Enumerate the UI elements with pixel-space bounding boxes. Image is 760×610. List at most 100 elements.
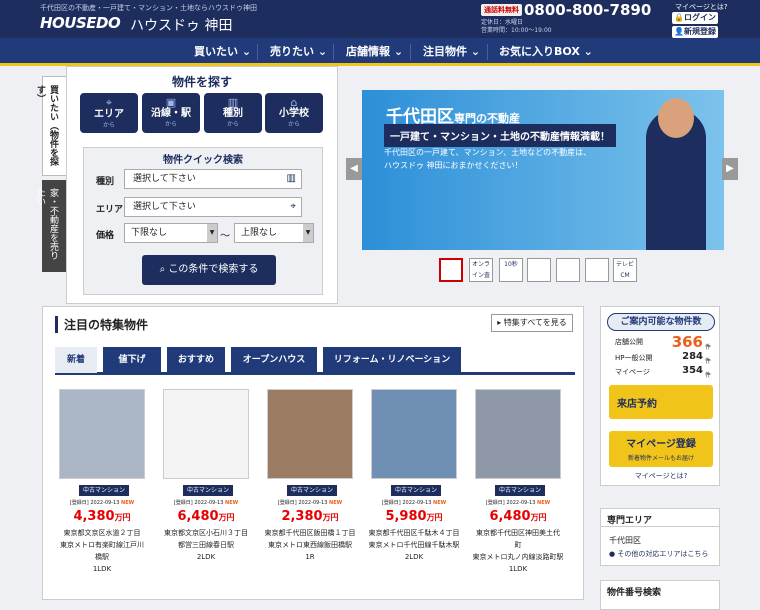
tab-reform[interactable]: リフォーム・リノベーション	[323, 347, 461, 373]
search-by-line-label: 沿線・駅	[151, 108, 191, 119]
hours-line-1: 定休日：水曜日	[481, 19, 524, 26]
property-card[interactable]: 中古マンション [登録日] 2022-09-13 NEW 6,480万円 東京都…	[159, 389, 253, 601]
hero-banner[interactable]: 千代田区専門の不動産 一戸建て・マンション・土地の不動産情報満載！ 千代田区の一…	[362, 90, 724, 250]
nav-sell[interactable]: 売りたい ⌄	[270, 38, 327, 66]
property-card[interactable]: 中古マンション [登録日] 2022-09-13 NEW 6,480万円 東京都…	[471, 389, 565, 601]
new-badge: NEW	[225, 500, 239, 506]
property-price: 6,480万円	[159, 509, 253, 524]
search-by-area-button[interactable]: ⌖ エリア から	[80, 93, 138, 133]
property-address-2: 東京メトロ有楽町線江戸川	[60, 541, 144, 549]
property-date: [登録日] 2022-09-13 NEW	[471, 499, 565, 506]
mypage-what-link[interactable]: マイページとは?	[601, 471, 721, 481]
carousel-thumb-6[interactable]	[585, 258, 609, 282]
property-address: 東京都千代田区飯田橋１丁目 東京メトロ東西線飯田橋駅 1R	[263, 527, 357, 563]
search-by-area-sub: から	[102, 122, 115, 129]
property-address: 東京都文京区小石川３丁目 都営三田線春日駅 2LDK	[159, 527, 253, 563]
property-date: [登録日] 2022-09-13 NEW	[55, 499, 149, 506]
property-address: 東京都千代田区千駄木４丁目 東京メトロ千代田線千駄木駅 2LDK	[367, 527, 461, 563]
property-address-3: 東京メトロ丸ノ内線淡路町駅	[472, 553, 564, 561]
property-card[interactable]: 中古マンション [登録日] 2022-09-13 NEW 5,980万円 東京都…	[367, 389, 461, 601]
stat-label: マイページ	[615, 368, 650, 376]
type-select[interactable]: 選択して下さい ▥	[124, 169, 302, 189]
search-by-type-sub: から	[226, 121, 239, 128]
property-type-badge: 中古マンション	[495, 485, 545, 496]
new-badge: NEW	[121, 500, 135, 506]
other-area-label: その他の対応エリアはこちら	[617, 550, 709, 558]
price-min-select[interactable]: 下限なし ▼	[124, 223, 218, 243]
site-header: 千代田区の不動産・一戸建て・マンション・土地ならハウスドゥ神田 HOUSEDO …	[0, 0, 760, 38]
nav-divider	[333, 44, 334, 60]
tab-recommended[interactable]: おすすめ	[167, 347, 225, 373]
search-submit-button[interactable]: ⌕ この条件で検索する	[142, 255, 276, 285]
tagline: 千代田区の不動産・一戸建て・マンション・土地ならハウスドゥ神田	[40, 4, 257, 12]
mypage-what-link[interactable]: マイページとは?	[675, 2, 728, 12]
stat-unit: 件	[704, 344, 711, 351]
nav-store[interactable]: 店舗情報 ⌄	[346, 38, 403, 66]
property-type-badge: 中古マンション	[183, 485, 233, 496]
side-tab-buy[interactable]: 買いたい（物件を探す）	[35, 76, 66, 176]
search-by-school-sub: から	[287, 121, 300, 128]
carousel-prev-button[interactable]: ◀	[346, 158, 362, 180]
property-address-2: 東京メトロ東西線飯田橋駅	[268, 541, 352, 549]
property-price: 2,380万円	[263, 509, 357, 524]
carousel-thumb-7[interactable]: テレビCM	[613, 258, 637, 282]
featured-tabs: 新着 値下げ おすすめ オープンハウス リフォーム・リノベーション	[55, 347, 575, 375]
map-pin-icon: ⌖	[290, 201, 296, 212]
number-search-title: 物件番号検索	[607, 588, 662, 598]
search-by-school-button[interactable]: ⌂ 小学校 から	[265, 93, 323, 133]
stat-row: HP一般公開 284 件	[615, 351, 711, 365]
carousel-thumb-4[interactable]	[527, 258, 551, 282]
property-card[interactable]: 中古マンション [登録日] 2022-09-13 NEW 4,380万円 東京都…	[55, 389, 149, 601]
property-address: 東京都文京区水道２丁目 東京メトロ有楽町線江戸川 橋駅 1LDK	[55, 527, 149, 575]
register-button[interactable]: 👤新規登録	[672, 26, 718, 38]
nav-featured[interactable]: 注目物件 ⌄	[423, 38, 480, 66]
user-icon: 👤	[674, 27, 684, 36]
property-type-badge: 中古マンション	[79, 485, 129, 496]
chevron-down-icon: ⌄	[583, 45, 593, 58]
login-button[interactable]: 🔒ログイン	[672, 12, 718, 24]
featured-title: 注目の特集物件	[55, 316, 148, 333]
carousel-next-button[interactable]: ▶	[722, 158, 738, 180]
tab-open-house[interactable]: オープンハウス	[231, 347, 317, 373]
tab-new[interactable]: 新着	[55, 347, 97, 373]
property-card[interactable]: 中古マンション [登録日] 2022-09-13 NEW 2,380万円 東京都…	[263, 389, 357, 601]
number-search-box: 物件番号検索	[600, 580, 720, 610]
area-select[interactable]: 選択して下さい ⌖	[124, 197, 302, 217]
visit-reservation-button[interactable]: 来店予約	[609, 385, 713, 419]
carousel-thumb-2[interactable]: オンライン査定	[469, 258, 493, 282]
building-icon: ▥	[286, 173, 296, 184]
property-date: [登録日] 2022-09-13 NEW	[367, 499, 461, 506]
new-badge: NEW	[433, 500, 447, 506]
featured-see-all-button[interactable]: ▸ 特集すべてを見る	[491, 314, 573, 332]
chevron-down-icon: ⌄	[393, 45, 404, 58]
nav-buy[interactable]: 買いたい ⌄	[194, 38, 251, 66]
search-by-type-button[interactable]: ▥ 種別 から	[204, 93, 262, 133]
stat-unit: 件	[704, 358, 711, 365]
property-type-badge: 中古マンション	[391, 485, 441, 496]
type-label: 種別	[96, 177, 115, 187]
nav-favorites[interactable]: お気に入りBOX ⌄	[499, 38, 593, 66]
chevron-down-icon: ⌄	[241, 45, 252, 58]
carousel-thumb-3[interactable]: 10秒	[499, 258, 523, 282]
carousel-thumb-5[interactable]	[556, 258, 580, 282]
hours-line-2: 営業時間：10:00～19:00	[481, 27, 552, 34]
property-price-value: 5,980	[385, 509, 427, 524]
side-tab-sell[interactable]: 家・不動産を売りたい	[35, 180, 66, 272]
register-label: 新規登録	[683, 27, 716, 36]
property-layout: 1LDK	[92, 565, 112, 573]
hero-body-line-1: 千代田区の一戸建て、マンション、土地などの不動産は、	[384, 148, 592, 157]
tel-number[interactable]: 0800-800-7890	[524, 1, 651, 19]
hero-body-line-2: ハウスドゥ 神田におまかせください！	[384, 161, 523, 170]
other-area-link[interactable]: ● その他の対応エリアはこちら	[609, 549, 708, 559]
mypage-register-button[interactable]: マイページ登録 新着物件メールもお届け	[609, 431, 713, 467]
tab-price-down[interactable]: 値下げ	[103, 347, 161, 373]
property-price-value: 6,480	[489, 509, 531, 524]
search-by-line-button[interactable]: ▣ 沿線・駅 から	[142, 93, 200, 133]
stat-number: 366	[671, 333, 703, 351]
stat-row: 店舗公開 366 件	[615, 333, 711, 351]
price-max-select[interactable]: 上限なし ▼	[234, 223, 314, 243]
carousel-thumb-1[interactable]	[439, 258, 463, 282]
stat-number: 284	[682, 351, 703, 362]
logo[interactable]: HOUSEDO	[40, 14, 121, 32]
property-date-text: [登録日] 2022-09-13	[485, 500, 536, 506]
